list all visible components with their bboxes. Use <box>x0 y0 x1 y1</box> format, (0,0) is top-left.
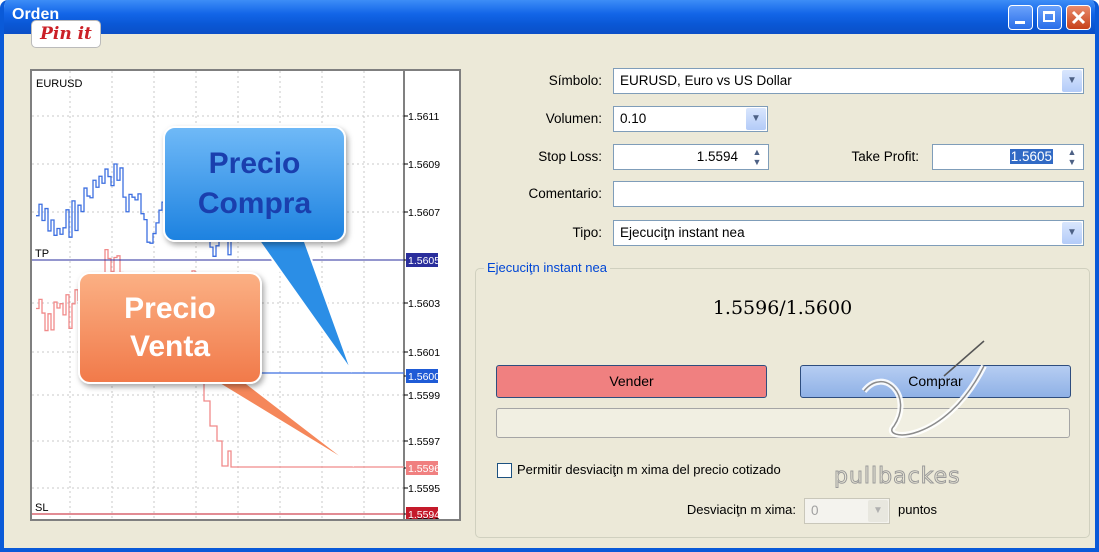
sell-callout-line1: Precio <box>124 292 216 325</box>
price-tick-label: 1.5601 <box>408 347 440 359</box>
buy-callout-line1: Precio <box>208 147 301 180</box>
price-tick-label: 1.5611 <box>408 111 439 123</box>
type-select[interactable]: Ejecuciţn instant nea ▼ <box>613 220 1084 246</box>
comment-input[interactable] <box>613 181 1084 207</box>
price-tick-label: 1.5603 <box>408 298 440 310</box>
bid-ask-quote: 1.5596/1.5600 <box>712 297 853 319</box>
allow-deviation-checkbox[interactable] <box>497 463 512 478</box>
close-icon <box>1071 10 1086 25</box>
takeprofit-value: 1.5605 <box>1009 149 1053 164</box>
tp-marker-label: TP <box>35 248 49 260</box>
comment-label: Comentario: <box>528 186 602 201</box>
symbol-value: EURUSD, Euro vs US Dollar <box>620 73 792 88</box>
price-tick-label: 1.5605 <box>408 255 440 267</box>
maximize-button[interactable] <box>1037 5 1062 30</box>
execution-group-title: Ejecuciţn instant nea <box>484 260 610 275</box>
pinit-button[interactable]: Pin it <box>31 20 101 48</box>
sl-marker-label: SL <box>35 502 48 514</box>
volume-value: 0.10 <box>620 111 647 126</box>
buy-price-callout: Precio Compra <box>163 126 346 242</box>
maximize-icon <box>1043 11 1055 22</box>
stoploss-value: 1.5594 <box>696 149 738 164</box>
max-deviation-value: 0 <box>811 503 819 518</box>
chevron-down-icon[interactable]: ▼ <box>1062 222 1082 244</box>
spin-arrows-icon[interactable]: ▲ ▼ <box>748 147 766 167</box>
close-button[interactable] <box>1066 5 1091 30</box>
minimize-icon <box>1015 21 1025 24</box>
symbol-label: Símbolo: <box>548 73 602 88</box>
stoploss-label: Stop Loss: <box>538 149 602 164</box>
price-tick-label: 1.5600 <box>408 371 440 383</box>
price-tick-label: 1.5595 <box>408 483 440 495</box>
price-tick-label: 1.5607 <box>408 207 440 219</box>
minimize-button[interactable] <box>1008 5 1033 30</box>
volume-label: Volumen: <box>545 111 602 126</box>
symbol-select[interactable]: EURUSD, Euro vs US Dollar ▼ <box>613 68 1084 94</box>
type-label: Tipo: <box>572 225 602 240</box>
sell-callout-line2: Venta <box>129 330 211 363</box>
stoploss-spinner[interactable]: 1.5594 ▲ ▼ <box>613 144 769 170</box>
watermark-text: pullbackes <box>834 464 961 490</box>
title-bar: Orden <box>4 0 1095 34</box>
buy-callout-line2: Compra <box>197 187 312 220</box>
chevron-down-icon[interactable]: ▼ <box>1062 70 1082 92</box>
allow-deviation-label: Permitir desviaciţn m xima del precio co… <box>517 462 781 477</box>
sell-button[interactable]: Vender <box>496 365 767 398</box>
points-label: puntos <box>898 502 938 517</box>
watermark-logo: pullbackes <box>834 336 1004 496</box>
price-tick-label: 1.5593 <box>408 516 440 519</box>
price-tick-label: 1.5597 <box>408 436 440 448</box>
type-value: Ejecuciţn instant nea <box>620 225 745 240</box>
chevron-down-icon[interactable]: ▼ <box>746 108 766 130</box>
max-deviation-input[interactable]: 0 ▼ <box>804 498 890 524</box>
max-deviation-label: Desviaciţn m xima: <box>686 502 796 517</box>
chart-symbol-label: EURUSD <box>36 78 83 90</box>
price-tick-label: 1.5599 <box>408 390 440 402</box>
takeprofit-spinner[interactable]: 1.5605 ▲ ▼ <box>932 144 1084 170</box>
volume-select[interactable]: 0.10 ▼ <box>613 106 768 132</box>
takeprofit-label: Take Profit: <box>851 149 919 164</box>
spin-arrows-icon[interactable]: ▲ ▼ <box>1063 147 1081 167</box>
price-tick-label: 1.5609 <box>408 159 440 171</box>
chevron-down-icon[interactable]: ▼ <box>868 500 888 522</box>
price-tick-label: 1.5596 <box>408 463 440 475</box>
bid-tail <box>203 371 404 468</box>
sell-price-callout: Precio Venta <box>78 272 262 384</box>
